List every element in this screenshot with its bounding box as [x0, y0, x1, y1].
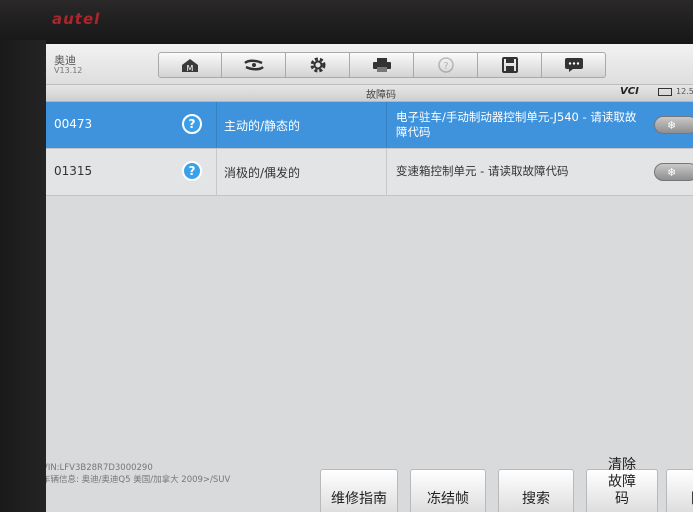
freeze-frame-button[interactable]: 冻结帧	[410, 469, 486, 512]
brand-logo: autel	[52, 10, 101, 28]
feedback-button[interactable]	[542, 52, 606, 78]
fault-code: 01315	[54, 164, 93, 178]
vehicle-info: VIN:LFV3B28R7D3000290 车辆信息: 奥迪/奥迪Q5 美国/加…	[46, 462, 230, 486]
help-icon[interactable]: ?	[182, 114, 202, 134]
vin-text: VIN:LFV3B28R7D3000290	[46, 463, 153, 473]
fault-code-row[interactable]: 01315 ? 消极的/偶发的 变速箱控制单元 - 请读取故障代码 ❄	[46, 149, 693, 196]
svg-text:?: ?	[443, 61, 448, 72]
page-title: 故障码	[366, 90, 396, 101]
gear-icon	[310, 57, 325, 73]
vci-status: VCI	[620, 86, 639, 97]
device-bezel-top: autel	[0, 0, 693, 46]
app-version: V13.12	[54, 66, 83, 75]
search-button[interactable]: 搜索	[498, 469, 574, 512]
settings-button[interactable]	[286, 52, 350, 78]
battery-icon	[658, 88, 672, 96]
car-swap-icon	[243, 59, 264, 71]
fault-status: 主动的/静态的	[224, 119, 301, 133]
vehicle-swap-button[interactable]	[222, 52, 286, 78]
vehicle-description: 车辆信息: 奥迪/奥迪Q5 美国/加拿大 2009>/SUV	[46, 475, 231, 485]
freeze-frame-snowflake-button[interactable]: ❄	[654, 163, 693, 181]
device-bezel-left	[0, 40, 46, 512]
column-divider	[386, 102, 387, 148]
chat-icon	[564, 58, 583, 72]
repair-guide-button[interactable]: 维修指南	[320, 469, 398, 512]
column-divider	[216, 149, 217, 195]
svg-text:M: M	[187, 64, 194, 73]
battery-voltage: 12.5V	[676, 87, 693, 96]
column-divider	[386, 149, 387, 195]
fault-code-header: 故障码 VCI 12.5V	[46, 85, 693, 102]
fault-description: 变速箱控制单元 - 请读取故障代码	[396, 164, 569, 178]
fault-code: 00473	[54, 117, 93, 131]
print-button[interactable]	[350, 52, 414, 78]
clear-codes-button[interactable]: 清除故障码	[586, 457, 658, 512]
back-button[interactable]: 回	[666, 469, 693, 512]
top-toolbar: 奥迪 V13.12 M ?	[46, 44, 693, 85]
toolbar-button-group: M ?	[158, 52, 606, 78]
printer-icon	[372, 58, 391, 72]
freeze-frame-snowflake-button[interactable]: ❄	[654, 116, 693, 134]
home-button[interactable]: M	[158, 52, 222, 78]
help-button[interactable]: ?	[414, 52, 478, 78]
home-icon: M	[182, 59, 198, 73]
save-button[interactable]	[478, 52, 542, 78]
column-divider	[216, 102, 217, 148]
fault-code-row[interactable]: 00473 ? 主动的/静态的 电子驻车/手动制动器控制单元-J540 - 请读…	[46, 102, 693, 149]
save-icon	[501, 57, 518, 73]
fault-description: 电子驻车/手动制动器控制单元-J540 - 请读取故障代码	[396, 110, 637, 139]
help-icon: ?	[437, 57, 454, 73]
fault-status: 消极的/偶发的	[224, 166, 301, 180]
tablet-screen: 奥迪 V13.12 M ? 故障码 VCI 12.5 00473 ? 主动的/静…	[46, 44, 693, 512]
help-icon[interactable]: ?	[182, 161, 202, 181]
